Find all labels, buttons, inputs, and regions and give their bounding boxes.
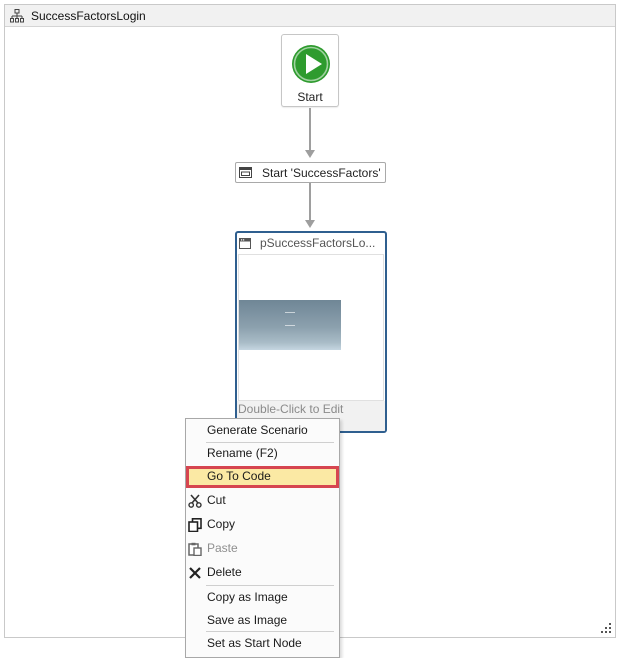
page-thumbnail-frame [238,254,384,401]
menu-item-cut[interactable]: Cut [186,490,339,512]
menu-item-label: Delete [207,565,242,579]
connector-line [309,108,311,150]
menu-item-set-as-start-node[interactable]: Set as Start Node [186,633,339,655]
menu-item-rename[interactable]: Rename (F2) [186,443,339,465]
menu-item-label: Cut [207,493,226,507]
delete-x-icon [189,567,201,579]
page-node[interactable]: pSuccessFactorsLo... Double-Click to Edi… [235,231,387,433]
menu-item-generate-scenario[interactable]: Generate Scenario [186,420,339,442]
start-node[interactable]: Start [281,34,339,107]
menu-item-label: Generate Scenario [207,423,308,437]
menu-item-label: Go To Code [207,469,271,483]
start-application-node[interactable]: Start 'SuccessFactors' [235,162,386,183]
start-application-node-label: Start 'SuccessFactors' [262,165,381,180]
menu-item-label: Set as Start Node [207,636,302,650]
connector-arrow-icon [305,150,315,158]
menu-separator [206,585,334,586]
scissors-icon [188,494,202,508]
menu-item-label: Paste [207,541,238,555]
connector-arrow-icon [305,220,315,228]
page-node-label: pSuccessFactorsLo... [260,236,376,250]
paste-icon [188,542,202,556]
copy-icon [188,518,202,532]
start-node-label: Start [297,90,323,104]
menu-item-delete[interactable]: Delete [186,562,339,584]
application-window-icon [239,167,252,178]
designer-title: SuccessFactorsLogin [31,8,146,23]
menu-item-paste[interactable]: Paste [186,538,339,560]
menu-item-copy[interactable]: Copy [186,514,339,536]
page-icon [239,237,251,249]
page-node-header: pSuccessFactorsLo... [237,233,385,253]
workflow-tree-icon [10,8,24,22]
play-icon [292,45,330,83]
menu-item-label: Rename (F2) [207,446,278,460]
thumbnail-detail [285,312,295,326]
menu-item-save-as-image[interactable]: Save as Image [186,610,339,632]
page-thumbnail [239,300,341,350]
context-menu: Generate Scenario Rename (F2) Go To Code… [185,418,340,658]
designer-titlebar: SuccessFactorsLogin [5,5,615,27]
menu-item-label: Copy [207,517,236,531]
resize-grip-icon[interactable] [601,623,612,634]
menu-item-label: Copy as Image [207,590,288,604]
connector-line [309,183,311,220]
menu-item-copy-as-image[interactable]: Copy as Image [186,587,339,609]
menu-item-label: Save as Image [207,613,288,627]
menu-separator [206,631,334,632]
menu-item-go-to-code[interactable]: Go To Code [186,466,339,488]
